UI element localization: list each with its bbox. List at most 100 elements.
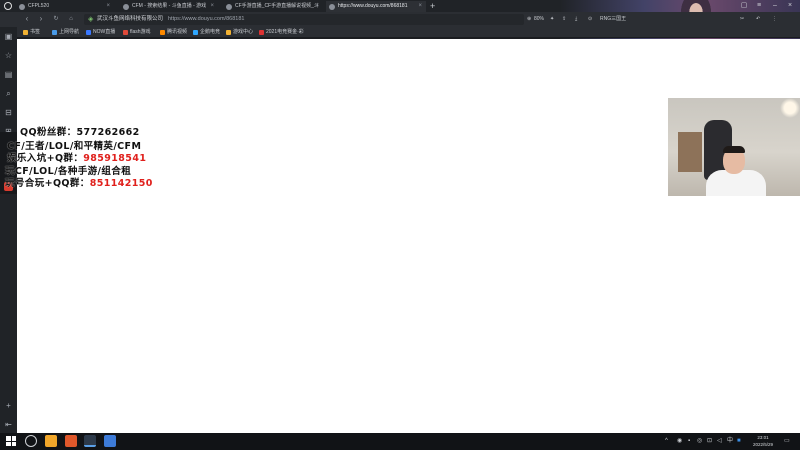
undo-icon[interactable]: ↶ [756,14,760,25]
tab-title: CFPL520 [28,3,50,9]
forward-icon[interactable]: › [36,14,46,24]
close-icon[interactable]: × [106,1,110,12]
star-icon [23,30,28,35]
bookmark-item[interactable]: 游戏中心 [225,27,253,38]
tab-favicon-icon [226,4,232,10]
clock-date: 2022/5/29 [752,442,774,447]
tab-favicon-icon [123,4,129,10]
skin-icon[interactable]: ≡ [752,1,766,11]
trophy-icon [259,30,264,35]
tray-network-icon[interactable]: ⊡ [707,437,712,445]
overlay-group-number: 851142150 [89,178,153,189]
webcam-feed [668,98,800,196]
overlay-entertainment-group: 娱乐入坑+Q群：985918541 [7,153,146,165]
tab-douyu-active[interactable]: https://www.douyu.com/868181 × [326,1,426,12]
zoom-level[interactable]: 80% [534,14,544,25]
left-sidebar [0,27,17,433]
tab-title: CFM - 搜索结果 - 斗鱼直播 - 游戏 [132,3,207,9]
close-icon[interactable]: × [315,1,319,12]
overlay-label: 玩号合玩+QQ群： [5,178,90,189]
taskbar-clock[interactable]: 23:01 2022/5/29 [748,434,778,448]
bookmark-label: 腾讯视频 [167,29,188,35]
start-windows-icon[interactable] [6,436,16,446]
tray-app-icon[interactable]: ◉ [677,437,682,445]
tab-cf-live[interactable]: CF手游直播_CF手游直播解说视频_斗 × [223,1,323,12]
tab-cfpl520[interactable]: CFPL520 × [16,1,114,12]
bookmark-item[interactable]: NOW直播 [85,27,115,38]
back-icon[interactable]: ‹ [22,14,32,24]
refresh-icon[interactable]: ↻ [51,14,61,24]
tray-volume-icon[interactable]: ◁ [717,437,722,445]
overlay-group-number: 985918541 [83,153,147,164]
bookmark-label: 游戏中心 [233,29,254,35]
extensions-icon[interactable]: ⋮ [772,14,777,25]
now-icon [86,30,91,35]
game-icon [226,30,231,35]
new-tab-plus-icon[interactable]: + [430,0,435,12]
background-shelf [678,132,702,172]
flash-icon [123,30,128,35]
sidebar-add-icon[interactable]: + [4,401,13,410]
tray-ime-icon[interactable]: 中 [727,437,733,445]
penguin-icon [193,30,198,35]
sidebar-home-icon[interactable]: ▣ [4,32,13,41]
bookmark-icon[interactable]: ✦ [550,14,554,25]
search-circle-icon[interactable] [25,435,37,447]
overlay-account-group: 玩号合玩+QQ群：851142150 [5,178,153,190]
profile-name[interactable]: RNG三国王 [600,14,626,25]
overlay-play-list: 玩CF/LOL/各种手游/组合租 [5,166,132,177]
overlay-fan-group: QQ粉丝群：577262662 [20,127,140,138]
bookmark-label: flash游戏 [130,29,151,35]
tab-title: https://www.douyu.com/868181 [338,3,408,9]
tab-favicon-icon [329,4,335,10]
tab-title: CF手游直播_CF手游直播解说视频_斗 [235,3,319,9]
bookmark-item[interactable]: 企鹅电竞 [192,27,220,38]
sidebar-reading-icon[interactable]: ▤ [4,70,13,79]
overlay-games-list: CF/王者/LOL/和平精英/CFM [7,141,142,152]
share-icon[interactable]: ⇪ [562,14,566,25]
tab-cfm-search[interactable]: CFM - 搜索结果 - 斗鱼直播 - 游戏 × [120,1,218,12]
sidebar-download-icon[interactable]: ⊟ [4,108,13,117]
bookmark-item[interactable]: 腾讯视频 [159,27,187,38]
sidebar-collapse-icon[interactable]: ⇤ [4,420,13,429]
globe-icon [52,30,57,35]
close-window-icon[interactable]: × [783,1,797,11]
menu-icon[interactable]: ▢ [737,1,751,11]
bookmark-item[interactable]: 上网导航 [51,27,79,38]
zoom-icon[interactable]: ⊕ [527,14,531,25]
bookmark-item[interactable]: 书签 [22,27,40,38]
site-owner-label: 武汉斗鱼网络科技有限公司 [97,16,164,22]
bookmark-item[interactable]: flash游戏 [122,27,151,38]
browser-logo-icon[interactable] [4,2,12,10]
notification-icon[interactable]: ▭ [784,437,790,445]
bookmark-label: 上网导航 [59,29,80,35]
sidebar-search-icon[interactable]: ⌕ [4,89,13,98]
bookmark-label: 书签 [30,29,41,35]
tray-qq-icon[interactable]: ■ [737,437,741,445]
app-folder-icon[interactable] [45,435,57,447]
bookmark-label: 2021电竞赛金·彩 [266,29,304,35]
download-icon[interactable]: ⤓ [575,14,577,25]
app-paint-icon[interactable] [104,435,116,447]
bookmark-item[interactable]: 2021电竞赛金·彩 [258,27,304,38]
overlay-label: 娱乐入坑+Q群： [7,153,84,164]
url-text[interactable]: https://www.douyu.com/868181 [168,14,244,25]
sidebar-favorites-icon[interactable]: ☆ [4,51,13,60]
tray-chevron-icon[interactable]: ^ [665,437,668,445]
screenshot-icon[interactable]: ✂ [740,14,744,25]
home-icon[interactable]: ⌂ [66,14,76,24]
video-icon [160,30,165,35]
bookmark-label: 企鹅电竞 [200,29,221,35]
app-game-icon[interactable] [65,435,77,447]
secure-shield-icon: ◈ [88,16,94,23]
bookmarks-bar: 书签 上网导航 NOW直播 flash游戏 腾讯视频 企鹅电竞 游戏中心 202… [0,27,800,38]
close-icon[interactable]: × [418,1,422,12]
bookmark-label: NOW直播 [93,29,116,35]
close-icon[interactable]: × [210,1,214,12]
minimize-icon[interactable]: – [768,1,782,11]
light-source [780,98,800,118]
tray-shield-icon[interactable]: ▪ [688,437,690,445]
search-engine-icon[interactable]: ⊙ [588,14,592,25]
app-browser-icon[interactable] [84,435,96,447]
tray-wechat-icon[interactable]: ◎ [697,437,702,445]
